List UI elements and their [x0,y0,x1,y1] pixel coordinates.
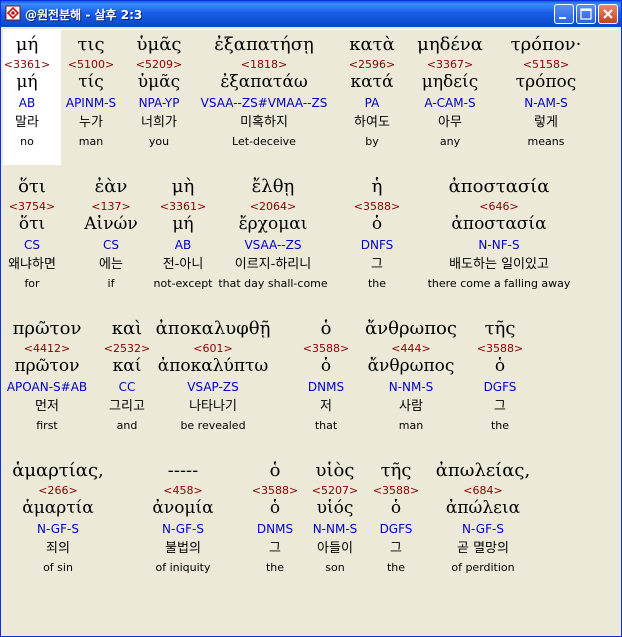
lemma[interactable]: ὁ [425,356,575,376]
window-title: @원전분해 - 살후 2:3 [25,8,143,22]
greek-word[interactable]: τῆς [425,319,575,339]
strong-number[interactable]: <646> [424,200,574,213]
maximize-icon [580,8,592,20]
parsing-code[interactable]: DGFS [425,380,575,394]
strong-number[interactable]: <3588> [425,342,575,355]
app-icon [5,5,21,21]
korean-gloss[interactable]: 배도하는 일이있고 [424,257,574,272]
english-gloss[interactable]: the [425,419,575,432]
english-gloss[interactable]: there come a falling away [424,277,574,290]
greek-word[interactable]: τρόπον· [471,35,621,55]
greek-word[interactable]: ἀπωλείας, [408,461,558,481]
korean-gloss[interactable]: 그 [425,399,575,414]
english-gloss[interactable]: means [471,135,621,148]
korean-gloss[interactable]: 렇게 [471,115,621,130]
lemma[interactable]: ἀποστασία [424,214,574,234]
title-bar[interactable]: @원전분해 - 살후 2:3 [1,1,621,27]
parsing-code[interactable]: N-AM-S [471,96,621,110]
close-icon [603,9,613,19]
lemma[interactable]: ἀπώλεια [408,498,558,518]
korean-gloss[interactable]: 곧 멸망의 [408,541,558,556]
strong-number[interactable]: <5158> [471,58,621,71]
english-gloss[interactable]: of perdition [408,561,558,574]
close-button[interactable] [598,4,618,24]
strong-number[interactable]: <684> [408,484,558,497]
minimize-icon [559,17,566,19]
parsing-code[interactable]: N-GF-S [408,522,558,536]
maximize-button[interactable] [576,4,596,24]
lemma[interactable]: τρόπος [471,72,621,92]
greek-word[interactable]: ἀποστασία [424,177,574,197]
parsing-code[interactable]: N-NF-S [424,238,574,252]
minimize-button[interactable] [554,4,574,24]
